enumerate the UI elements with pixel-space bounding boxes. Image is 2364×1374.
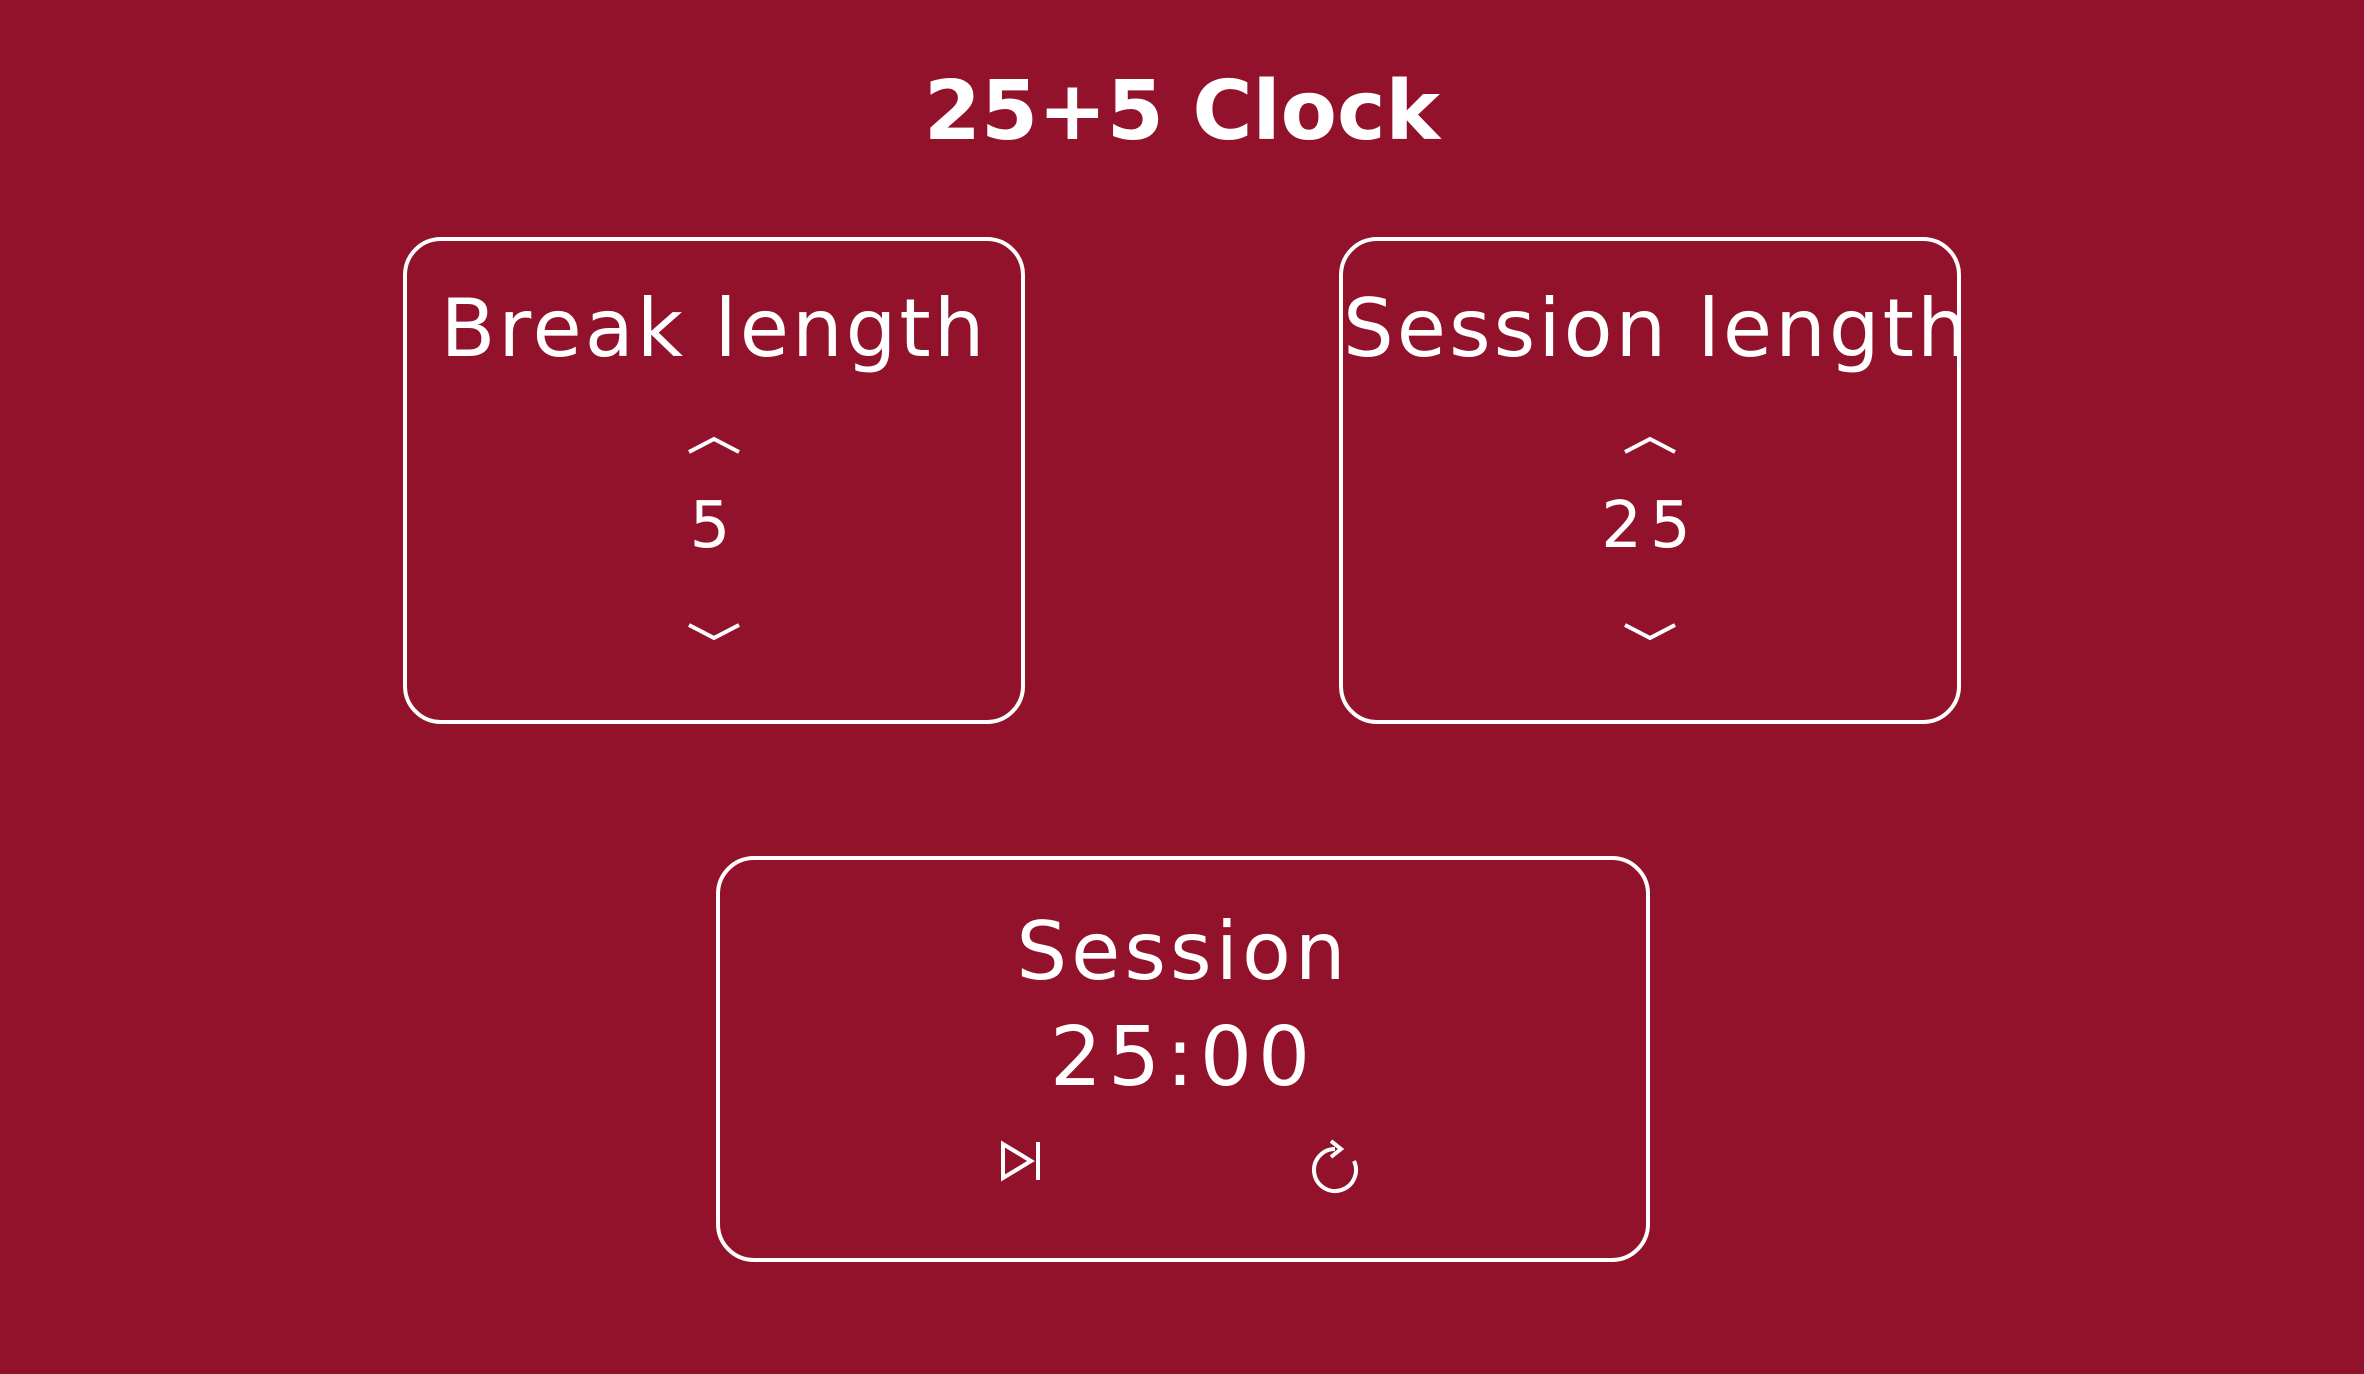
timer-panel: Session 25:00 (716, 856, 1650, 1262)
reset-button[interactable] (1305, 1130, 1365, 1196)
session-label: Session length (1343, 282, 1971, 375)
play-pause-icon (1001, 1140, 1040, 1182)
chevron-down-icon (1624, 623, 1676, 641)
play-pause-button[interactable] (991, 1130, 1051, 1196)
session-length-value: 25 (1601, 489, 1699, 563)
break-decrement-button[interactable] (674, 613, 754, 653)
session-length-panel: Session length 25 (1339, 237, 1971, 724)
session-decrement-button[interactable] (1610, 613, 1690, 653)
time-left-display: 25:00 (1049, 1010, 1317, 1105)
chevron-down-icon (688, 623, 740, 641)
app-title: 25+5 Clock (923, 64, 1441, 159)
chevron-up-icon (1624, 436, 1676, 454)
refresh-icon (1312, 1139, 1358, 1193)
break-length-value: 5 (689, 489, 739, 563)
timer-label: Session (1016, 905, 1350, 998)
break-increment-button[interactable] (674, 424, 754, 464)
chevron-up-icon (688, 436, 740, 454)
break-length-panel: Break length 5 (403, 237, 1025, 724)
session-increment-button[interactable] (1610, 424, 1690, 464)
break-label: Break length (440, 282, 988, 375)
